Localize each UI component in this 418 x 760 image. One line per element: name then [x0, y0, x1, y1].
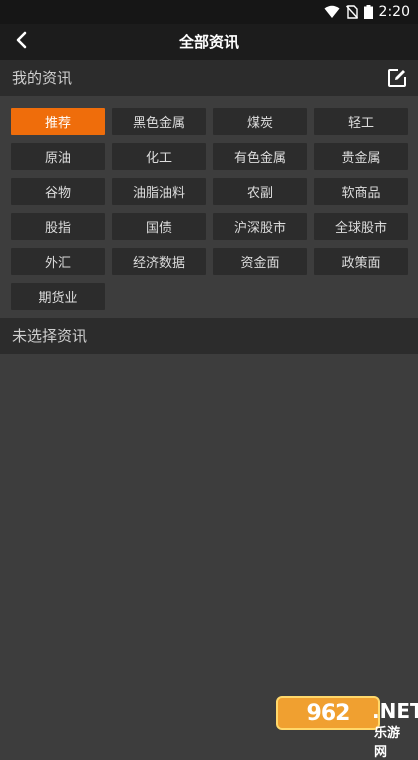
- news-category-chip[interactable]: 农副: [213, 178, 307, 205]
- site-watermark: 962 .NET 乐游网: [276, 696, 412, 740]
- edit-button[interactable]: [386, 67, 408, 89]
- status-time: 2:20: [379, 4, 410, 20]
- news-category-chip[interactable]: 国债: [112, 213, 206, 240]
- battery-icon: [364, 5, 373, 19]
- unselected-news-header: 未选择资讯: [0, 318, 418, 354]
- news-category-chip[interactable]: 全球股市: [314, 213, 408, 240]
- news-category-chip[interactable]: 原油: [11, 143, 105, 170]
- page-title: 全部资讯: [0, 24, 418, 60]
- edit-icon: [386, 74, 408, 93]
- wifi-icon: [324, 5, 340, 19]
- news-category-chip[interactable]: 油脂油料: [112, 178, 206, 205]
- news-category-chip[interactable]: 沪深股市: [213, 213, 307, 240]
- news-category-chip[interactable]: 政策面: [314, 248, 408, 275]
- news-category-chip[interactable]: 煤炭: [213, 108, 307, 135]
- watermark-subtitle: 乐游网: [374, 722, 412, 760]
- back-button[interactable]: [8, 28, 36, 56]
- chevron-left-icon: [15, 31, 29, 53]
- status-icons: 2:20: [324, 0, 410, 24]
- news-category-chip[interactable]: 经济数据: [112, 248, 206, 275]
- my-news-header: 我的资讯: [0, 60, 418, 96]
- no-sim-icon: [346, 5, 358, 19]
- news-category-chip[interactable]: 外汇: [11, 248, 105, 275]
- top-navigation-bar: 全部资讯: [0, 24, 418, 60]
- news-category-chip[interactable]: 有色金属: [213, 143, 307, 170]
- news-category-chip[interactable]: 贵金属: [314, 143, 408, 170]
- news-category-chip[interactable]: 轻工: [314, 108, 408, 135]
- unselected-news-title: 未选择资讯: [12, 318, 87, 354]
- news-category-chip[interactable]: 软商品: [314, 178, 408, 205]
- news-category-chip[interactable]: 化工: [112, 143, 206, 170]
- my-news-title: 我的资讯: [12, 60, 72, 96]
- watermark-logo: 962: [276, 696, 380, 730]
- news-category-chip[interactable]: 黑色金属: [112, 108, 206, 135]
- watermark-suffix: .NET: [372, 699, 418, 723]
- news-category-chip[interactable]: 股指: [11, 213, 105, 240]
- news-category-chip[interactable]: 推荐: [11, 108, 105, 135]
- news-category-chip[interactable]: 期货业: [11, 283, 105, 310]
- news-category-chip[interactable]: 资金面: [213, 248, 307, 275]
- my-news-grid: 推荐黑色金属煤炭轻工原油化工有色金属贵金属谷物油脂油料农副软商品股指国债沪深股市…: [11, 108, 408, 310]
- status-bar: 2:20: [0, 0, 418, 24]
- news-category-chip[interactable]: 谷物: [11, 178, 105, 205]
